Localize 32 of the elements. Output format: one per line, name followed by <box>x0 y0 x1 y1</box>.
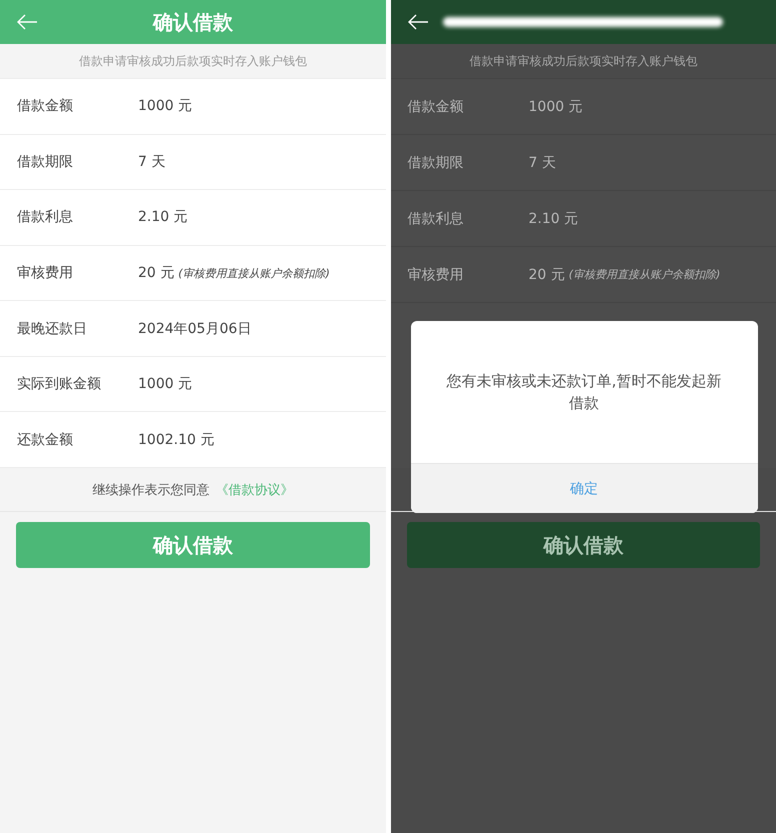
row-label: 借款期限 <box>17 152 74 171</box>
row-value: 20 元 <box>138 264 174 282</box>
row-value: 1000 元 <box>138 97 192 116</box>
row-value: 2.10 元 <box>528 210 578 228</box>
row-label: 借款利息 <box>17 208 74 226</box>
row-value: 1000 元 <box>138 375 192 394</box>
ok-button[interactable]: 确定 <box>410 463 758 513</box>
row-label: 借款金额 <box>408 98 464 116</box>
row-label: 借款金额 <box>17 97 74 116</box>
row-label: 最晚还款日 <box>17 320 88 338</box>
row-value: 2.10 元 <box>138 208 188 226</box>
confirm-button[interactable]: 确认借款 <box>16 522 370 568</box>
agreement-text: 继续操作表示您同意 <box>92 482 210 498</box>
row-value: 20 元 <box>528 266 565 284</box>
row-value: 7 天 <box>528 154 556 172</box>
row-label: 实际到账金额 <box>17 375 102 394</box>
row-note: (审核费用直接从账户余额扣除) <box>178 266 330 281</box>
page-title: 确认借款 <box>152 8 233 36</box>
row-value: 1002.10 元 <box>138 430 214 449</box>
row-value: 2024年05月06日 <box>138 320 252 338</box>
row-value: 7 天 <box>138 152 166 171</box>
row-label: 审核费用 <box>17 264 74 282</box>
row-label: 借款利息 <box>408 210 464 228</box>
row-note: (审核费用直接从账户余额扣除) <box>568 267 720 282</box>
back-arrow-icon[interactable] <box>406 13 428 31</box>
row-label: 审核费用 <box>408 266 464 284</box>
agreement-link[interactable]: 《借款协议》 <box>215 480 294 498</box>
row-value: 1000 元 <box>528 98 583 116</box>
row-label: 借款期限 <box>408 154 464 172</box>
dialog-message: 您有未审核或未还款订单,暂时不能发起新借款 <box>446 371 722 414</box>
confirm-button[interactable]: 确认借款 <box>406 522 760 568</box>
row-label: 还款金额 <box>17 430 74 449</box>
